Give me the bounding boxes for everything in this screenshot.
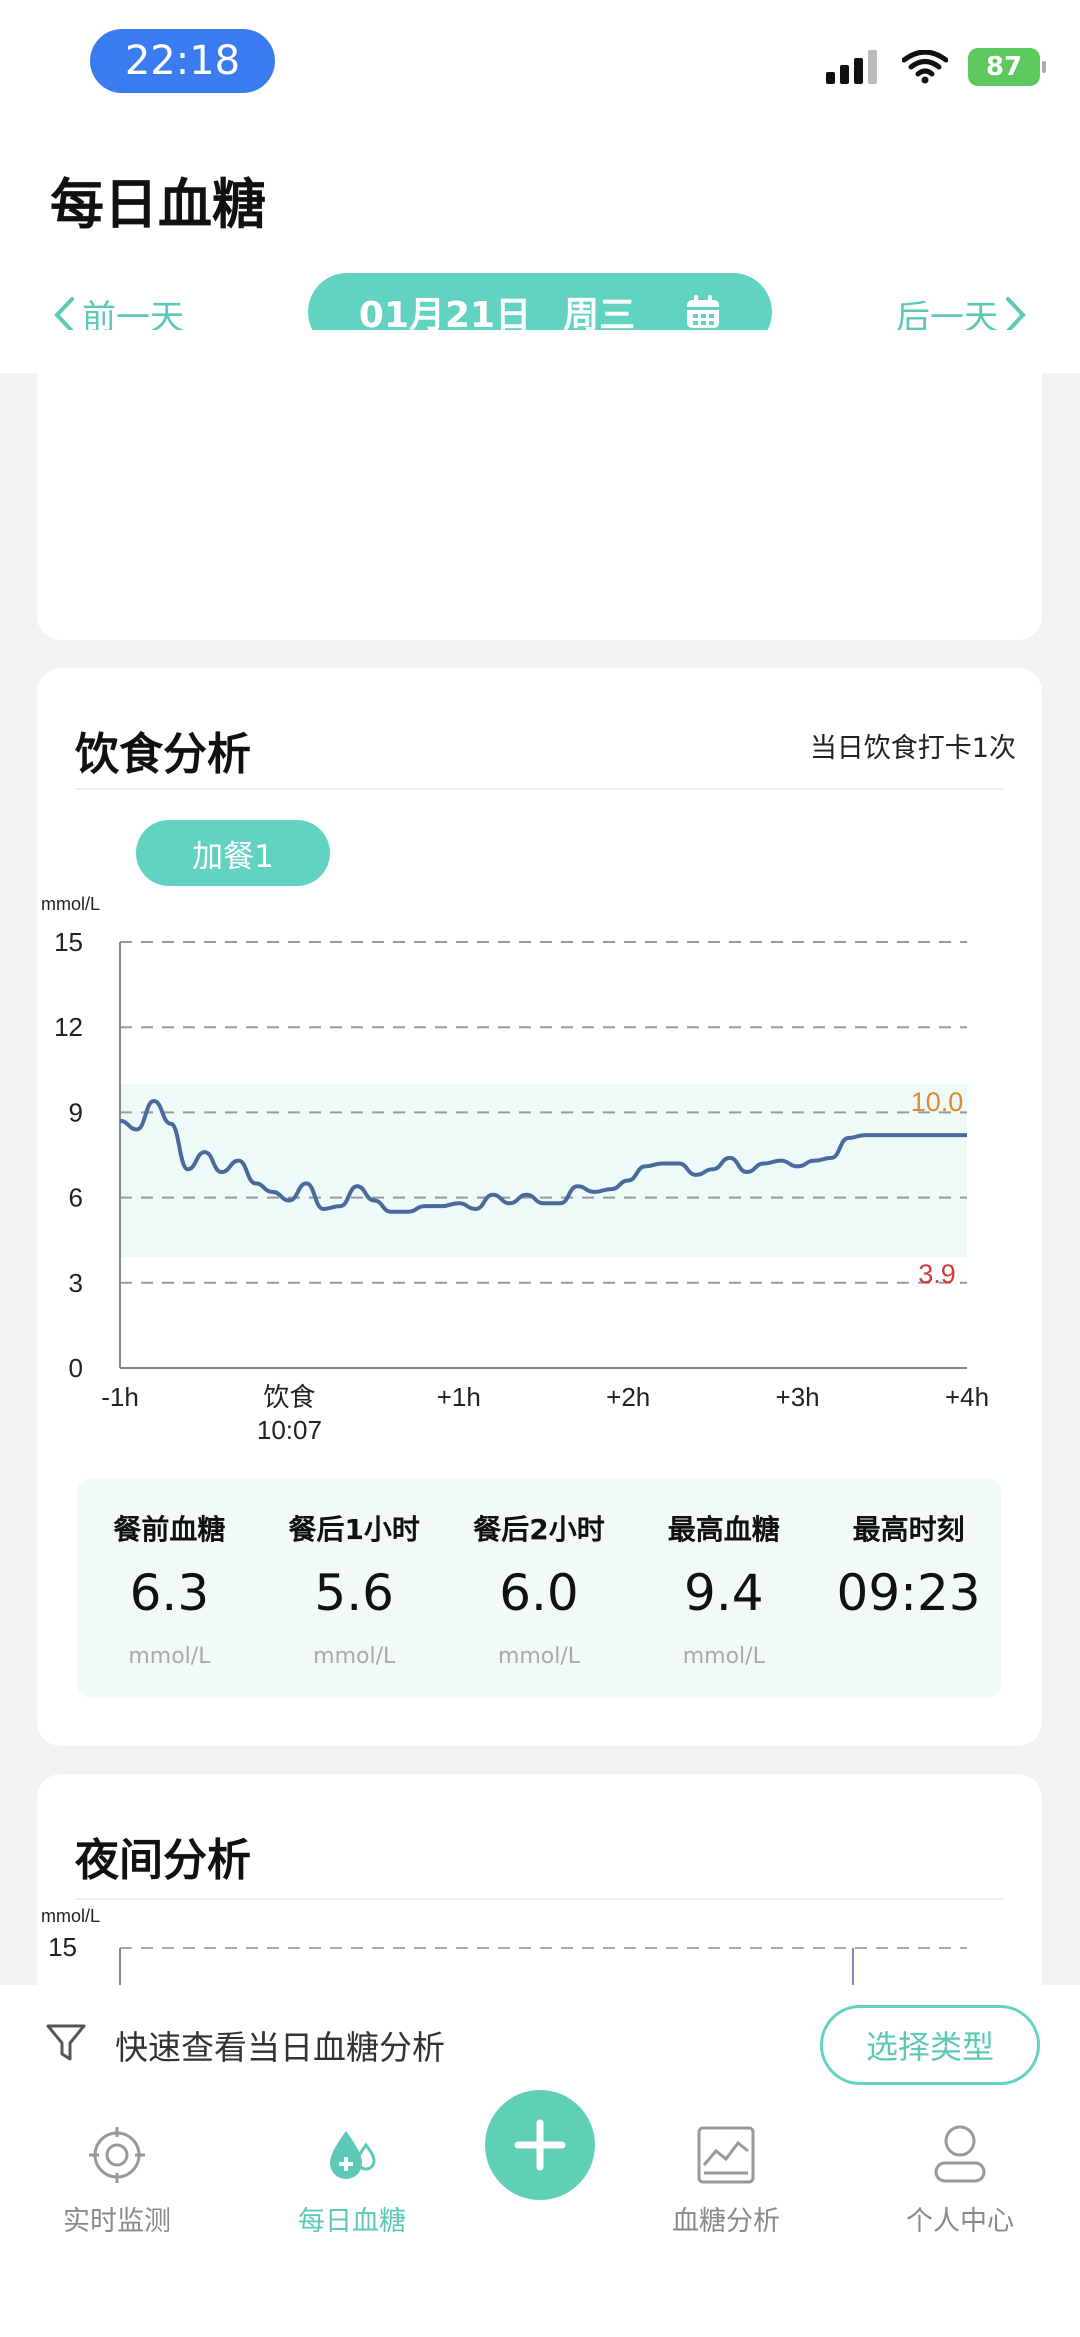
status-time: 22:18: [90, 29, 275, 93]
stat-value: 9.4: [684, 1564, 764, 1622]
stat-pre-meal: 餐前血糖 6.3 mmol/L: [77, 1478, 262, 1698]
high-threshold-label: 10.0: [911, 1087, 964, 1117]
tab-label: 每日血糖: [298, 2206, 406, 2237]
stat-value: 09:23: [836, 1564, 981, 1622]
page-title: 每日血糖: [50, 173, 266, 236]
tab-analysis[interactable]: 血糖分析: [626, 2125, 826, 2238]
x-tick-label: -1h: [101, 1382, 139, 1412]
stat-label: 最高时刻: [852, 1513, 965, 1546]
chevron-left-icon: [54, 296, 74, 333]
y-tick-label: 15: [54, 927, 83, 957]
blood-drop-icon: [330, 2131, 376, 2179]
x-tick-label: +4h: [945, 1382, 989, 1412]
tab-label: 血糖分析: [672, 2206, 780, 2237]
user-icon: [934, 2125, 986, 2183]
y-tick-label: 12: [54, 1012, 83, 1042]
y-tick-label: 9: [69, 1097, 83, 1127]
x-tick-label: 饮食: [263, 1382, 315, 1412]
add-record-button[interactable]: [485, 2090, 595, 2200]
stat-max-glucose: 最高血糖 9.4 mmol/L: [631, 1478, 816, 1698]
night-y-unit: mmol/L: [41, 1906, 100, 1926]
stat-unit: mmol/L: [128, 1644, 211, 1669]
filter-icon: [46, 2024, 86, 2061]
plus-icon: [514, 2119, 566, 2171]
status-icons: 87: [826, 48, 1046, 86]
stat-post-1h: 餐后1小时 5.6 mmol/L: [262, 1478, 447, 1698]
y-tick-label: 3: [69, 1268, 83, 1298]
x-tick-label: +1h: [437, 1382, 481, 1412]
night-y-tick: 15: [48, 1932, 77, 1962]
stat-post-2h: 餐后2小时 6.0 mmol/L: [447, 1478, 632, 1698]
low-threshold-label: 3.9: [918, 1259, 956, 1289]
x-tick-label: 10:07: [257, 1415, 322, 1445]
tab-label: 实时监测: [63, 2206, 171, 2237]
y-tick-label: 6: [69, 1183, 83, 1213]
stat-label: 餐后1小时: [288, 1513, 420, 1546]
chevron-right-icon: [1006, 296, 1026, 333]
x-tick-label: +3h: [776, 1382, 820, 1412]
tab-profile[interactable]: 个人中心: [860, 2125, 1060, 2238]
stat-label: 最高血糖: [667, 1513, 780, 1546]
filter-text: 快速查看当日血糖分析: [115, 2028, 445, 2067]
x-tick-label: +2h: [606, 1382, 650, 1412]
stat-value: 6.3: [129, 1564, 210, 1622]
diet-analysis-card: 饮食分析 当日饮食打卡1次 加餐1 0 3 6 9 12 15 mmol/L 10.0 3.9-…: [37, 668, 1042, 1746]
calendar-icon: [687, 295, 720, 328]
previous-card: [37, 330, 1042, 640]
tab-label: 个人中心: [906, 2206, 1014, 2237]
stat-unit: mmol/L: [313, 1644, 396, 1669]
stat-unit: mmol/L: [682, 1644, 765, 1669]
tab-bar: 实时监测 每日血糖 血糖分析 个人中心: [0, 2090, 1080, 2337]
battery-indicator: 87: [968, 48, 1046, 86]
signal-icon: [826, 50, 877, 84]
choose-type-button[interactable]: 选择类型: [820, 2005, 1040, 2085]
stat-label: 餐前血糖: [113, 1513, 226, 1546]
stat-value: 6.0: [499, 1564, 579, 1622]
stat-value: 5.6: [314, 1564, 394, 1622]
chart-icon: [697, 2126, 755, 2184]
tab-daily[interactable]: 每日血糖: [252, 2125, 452, 2238]
target-icon: [89, 2127, 145, 2183]
quick-filter-bar: 快速查看当日血糖分析 选择类型: [0, 1985, 1080, 2095]
y-axis-unit: mmol/L: [41, 894, 100, 914]
status-bar: 22:18 87: [0, 0, 1080, 130]
stat-max-time: 最高时刻 09:23: [816, 1478, 1001, 1698]
glucose-chart: 0 3 6 9 12 15 mmol/L 10.0 3.9 -1h 饮食10:07 +1h +2h +3h…: [41, 894, 989, 1445]
tab-realtime[interactable]: 实时监测: [17, 2125, 217, 2238]
y-tick-label: 0: [69, 1353, 83, 1383]
stat-unit: mmol/L: [497, 1644, 581, 1669]
wifi-icon: [902, 50, 948, 84]
meal-stats: 餐前血糖 6.3 mmol/L 餐后1小时 5.6 mmol/L 餐后2小时 6…: [77, 1478, 1001, 1698]
stat-label: 餐后2小时: [473, 1513, 605, 1546]
